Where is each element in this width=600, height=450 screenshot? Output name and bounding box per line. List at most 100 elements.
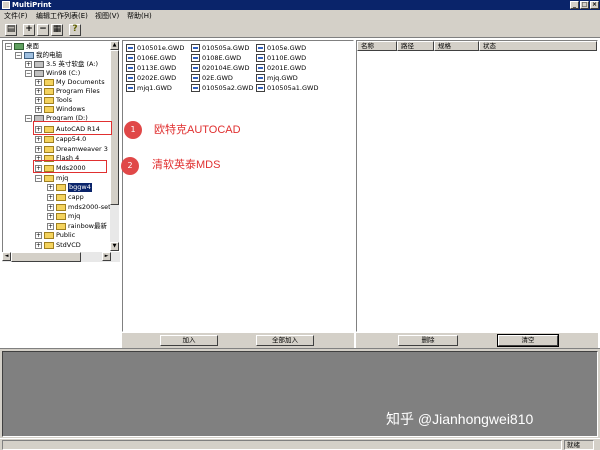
collapse-icon[interactable]: −	[25, 70, 32, 77]
tree-node-label: mds2000-set	[68, 203, 111, 211]
expand-icon[interactable]: +	[35, 79, 42, 86]
tree-horizontal-scrollbar[interactable]: ◄ ►	[2, 252, 120, 262]
tree-node-label: 桌面	[26, 42, 39, 50]
expand-icon[interactable]: +	[47, 184, 54, 191]
collapse-icon[interactable]: −	[15, 52, 22, 59]
file-name: 0108E.GWD	[202, 54, 242, 62]
add-button[interactable]: 加入	[160, 335, 218, 346]
gwd-file-icon	[126, 84, 135, 92]
minimize-button[interactable]: _	[570, 1, 579, 9]
minus-icon[interactable]: −	[37, 24, 49, 36]
status-message	[2, 440, 562, 450]
folder-icon	[56, 194, 66, 201]
file-name: 010501e.GWD	[137, 44, 185, 52]
folder-tree[interactable]: − 桌面 − 我的电脑 +3.5 英寸软盘 (A:) − Win98 (C:) + My…	[2, 40, 120, 262]
expand-icon[interactable]: +	[35, 97, 42, 104]
folder-icon	[44, 146, 54, 153]
expand-icon[interactable]: +	[35, 106, 42, 113]
tree-node-label: My Documents	[56, 78, 105, 86]
collapse-icon[interactable]: −	[5, 43, 12, 50]
gwd-file-icon	[191, 44, 200, 52]
list-icon[interactable]: ▦	[51, 24, 63, 36]
title-bar: MultiPrint _ □ ×	[0, 0, 600, 10]
annotation-label: 欧特克AUTOCAD	[154, 124, 241, 136]
gwd-file-icon	[126, 74, 135, 82]
column-header-name[interactable]: 名称	[357, 41, 397, 51]
menu-help[interactable]: 帮助(H)	[127, 11, 152, 21]
menu-file[interactable]: 文件(F)	[4, 11, 28, 21]
file-name: 0202E.GWD	[137, 74, 177, 82]
scroll-right-arrow-icon[interactable]: ►	[102, 252, 111, 261]
file-pane[interactable]: 010501e.GWD 010505a.GWD 0105e.GWD 0106E.…	[122, 40, 354, 332]
annotation-box-mds	[33, 160, 107, 173]
collapse-icon[interactable]: −	[25, 115, 32, 122]
plus-icon[interactable]: +	[23, 24, 35, 36]
expand-icon[interactable]: +	[25, 61, 32, 68]
tree-node-label: 我的电脑	[36, 51, 62, 59]
scroll-thumb[interactable]	[11, 252, 81, 262]
expand-icon[interactable]: +	[47, 194, 54, 201]
folder-icon	[56, 184, 66, 191]
file-name: 010505a1.GWD	[267, 84, 319, 92]
menu-edit-worklist[interactable]: 编辑工作列表(E)	[36, 11, 88, 21]
expand-icon[interactable]: +	[35, 146, 42, 153]
file-name: 020104E.GWD	[202, 64, 250, 72]
column-header-path[interactable]: 路径	[397, 41, 434, 51]
gwd-file-icon	[256, 54, 265, 62]
expand-icon[interactable]: +	[47, 213, 54, 220]
column-header-spec[interactable]: 规格	[434, 41, 479, 51]
folder-icon	[56, 204, 66, 211]
scroll-up-arrow-icon[interactable]: ▲	[110, 41, 119, 50]
expand-icon[interactable]: +	[35, 232, 42, 239]
expand-icon[interactable]: +	[35, 242, 42, 249]
add-all-button[interactable]: 全部加入	[256, 335, 314, 346]
tree-node-label: capp54.0	[56, 135, 87, 143]
clear-button[interactable]: 清空	[497, 334, 559, 347]
expand-icon[interactable]: +	[35, 136, 42, 143]
print-icon[interactable]: ▤	[5, 24, 17, 36]
menu-bar: 文件(F) 编辑工作列表(E) 视图(V) 帮助(H)	[0, 10, 600, 22]
job-list[interactable]: 名称 路径 规格 状态	[356, 40, 598, 332]
file-button-bar: 加入 全部加入	[122, 333, 354, 348]
file-name: 0110E.GWD	[267, 54, 307, 62]
gwd-file-icon	[126, 64, 135, 72]
folder-icon	[44, 106, 54, 113]
delete-button[interactable]: 删除	[398, 335, 458, 346]
expand-icon[interactable]: +	[35, 88, 42, 95]
tree-node-label: rainbow最新	[68, 222, 107, 230]
gwd-file-icon	[191, 54, 200, 62]
menu-view[interactable]: 视图(V)	[95, 11, 119, 21]
scroll-left-arrow-icon[interactable]: ◄	[2, 252, 11, 261]
tree-node-label: Tools	[56, 96, 73, 104]
help-icon[interactable]: ?	[69, 24, 81, 36]
folder-icon	[44, 79, 54, 86]
tree-node-label: StdVCD	[56, 241, 81, 249]
tree-node-label: bggw4	[68, 183, 92, 192]
gwd-file-icon	[126, 44, 135, 52]
scroll-down-arrow-icon[interactable]: ▼	[110, 242, 119, 251]
computer-icon	[24, 52, 34, 59]
tree-node-label: Program Files	[56, 87, 100, 95]
tree-node-label: 3.5 英寸软盘 (A:)	[46, 60, 99, 68]
expand-icon[interactable]: +	[47, 223, 54, 230]
file-name: 010505a.GWD	[202, 44, 250, 52]
gwd-file-icon	[191, 64, 200, 72]
file-name: 0201E.GWD	[267, 64, 307, 72]
annotation-box-autocad	[33, 121, 112, 135]
status-bar: 就绪	[0, 438, 600, 450]
expand-icon[interactable]: +	[47, 204, 54, 211]
maximize-button[interactable]: □	[580, 1, 589, 9]
app-icon	[2, 1, 10, 9]
file-name: 0106E.GWD	[137, 54, 177, 62]
annotation-label: 清软英泰MDS	[152, 159, 221, 171]
gwd-file-icon	[256, 74, 265, 82]
gwd-file-icon	[256, 44, 265, 52]
floppy-drive-icon	[34, 61, 44, 68]
collapse-icon[interactable]: −	[35, 175, 42, 182]
tree-vertical-scrollbar[interactable]: ▲ ▼	[110, 41, 119, 251]
tree-node-label: mjq	[68, 212, 81, 220]
status-mode: 就绪	[564, 440, 594, 450]
column-header-status[interactable]: 状态	[479, 41, 597, 51]
tree-node-label: Win98 (C:)	[46, 69, 81, 77]
close-button[interactable]: ×	[590, 1, 599, 9]
